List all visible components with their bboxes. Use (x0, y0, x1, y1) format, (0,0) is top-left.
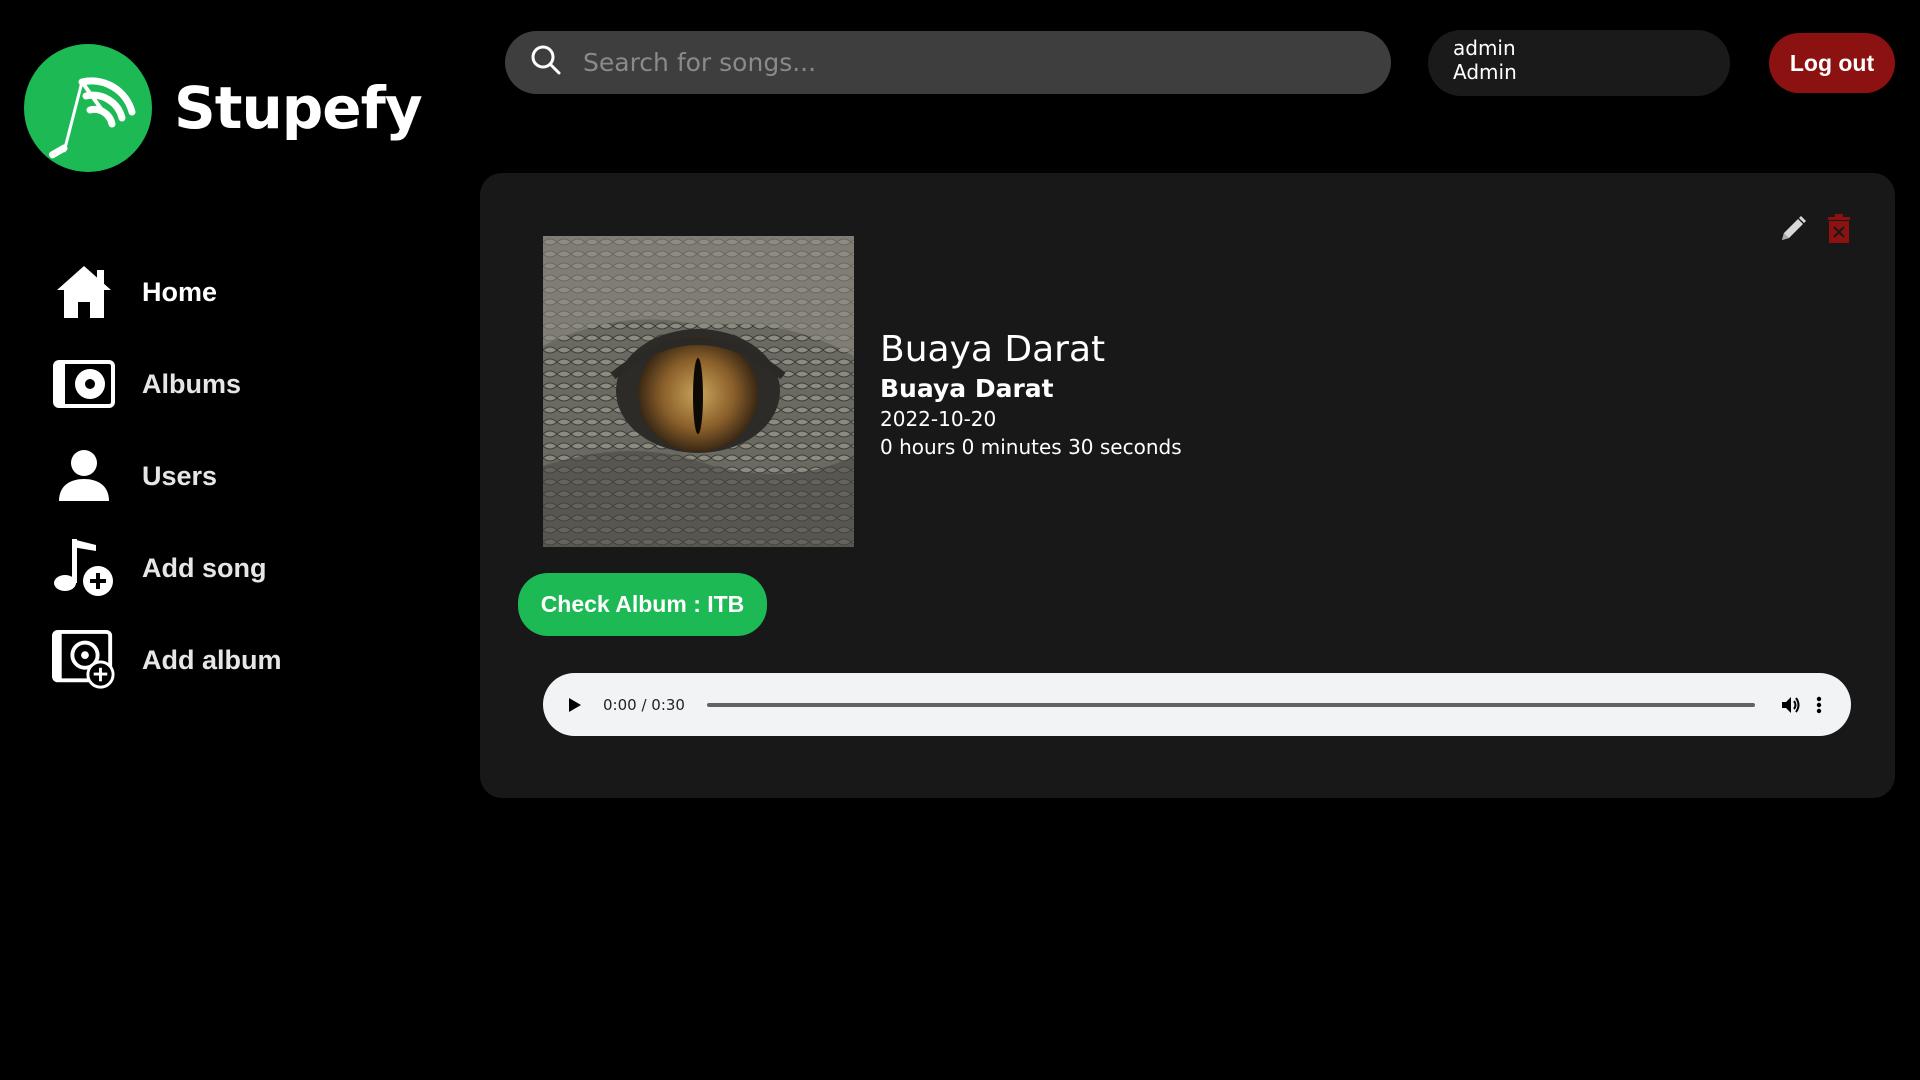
sidebar-item-label: Add song (142, 552, 267, 583)
user-role: Admin (1453, 60, 1517, 84)
username: admin (1453, 36, 1516, 60)
song-duration: 0 hours 0 minutes 30 seconds (880, 435, 1182, 459)
app-logo[interactable]: Stupefy (24, 44, 423, 172)
sidebar-item-label: Albums (142, 368, 242, 399)
playback-time: 0:00 / 0:30 (603, 695, 685, 714)
more-options-icon[interactable] (1805, 691, 1833, 719)
delete-icon[interactable] (1823, 213, 1855, 245)
song-detail-card: Buaya Darat Buaya Darat 2022-10-20 0 hou… (480, 173, 1895, 798)
play-icon[interactable] (561, 691, 589, 719)
user-icon (52, 444, 116, 508)
app-name: Stupefy (174, 74, 423, 142)
sidebar-item-users[interactable]: Users (52, 430, 432, 522)
song-date: 2022-10-20 (880, 407, 997, 431)
sidebar-item-label: Home (142, 276, 218, 307)
song-title: Buaya Darat (880, 329, 1106, 370)
search-bar (505, 31, 1391, 94)
sidebar-item-home[interactable]: Home (52, 246, 432, 338)
card-actions (1777, 213, 1855, 245)
song-info: Buaya Darat Buaya Darat 2022-10-20 0 hou… (880, 329, 1182, 459)
song-artist: Buaya Darat (880, 374, 1054, 403)
sidebar-item-add-song[interactable]: Add song (52, 522, 432, 614)
logo-icon (24, 44, 152, 172)
check-album-button[interactable]: Check Album : ITB (518, 573, 767, 636)
search-input[interactable] (583, 48, 1391, 77)
add-album-icon (52, 628, 116, 692)
search-icon (531, 45, 561, 80)
album-icon (52, 352, 116, 416)
progress-slider[interactable] (706, 702, 1755, 707)
volume-icon[interactable] (1777, 691, 1805, 719)
sidebar-item-albums[interactable]: Albums (52, 338, 432, 430)
logout-button[interactable]: Log out (1769, 33, 1895, 93)
audio-player: 0:00 / 0:30 (543, 673, 1851, 736)
sidebar-item-add-album[interactable]: Add album (52, 614, 432, 706)
edit-icon[interactable] (1777, 213, 1809, 245)
user-info[interactable]: admin Admin (1428, 30, 1730, 96)
song-cover-image (543, 236, 854, 547)
sidebar-item-label: Users (142, 460, 218, 491)
add-song-icon (52, 536, 116, 600)
home-icon (52, 260, 116, 324)
sidebar-item-label: Add album (142, 644, 282, 675)
sidebar: Home Albums Users Add song Add album (52, 246, 432, 706)
